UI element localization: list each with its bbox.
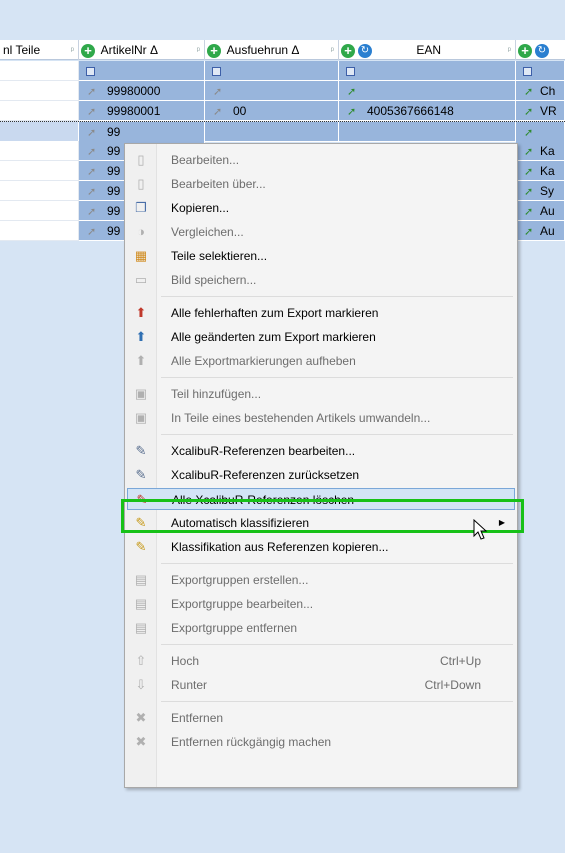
submenu-arrow-icon: ▶ — [498, 518, 505, 527]
pin-grey-icon: ➚ — [87, 85, 97, 98]
menu-item-geaenderte-export-markieren[interactable]: ⬆ Alle geänderten zum Export markieren — [127, 326, 515, 348]
pin-icon[interactable]: ᵖ — [508, 40, 511, 60]
pin-grey-icon: ➚ — [87, 165, 97, 178]
mouse-cursor-icon — [473, 519, 488, 540]
filter-toggle-icon[interactable] — [346, 67, 355, 77]
pin-green-icon: ➚ — [524, 225, 534, 238]
pin-green-icon: ➚ — [524, 85, 534, 98]
exportgroup-remove-icon: ▤ — [134, 620, 148, 635]
table-row[interactable]: ➚ 99980000 ➚ ➚ ➚ Ch — [0, 81, 565, 101]
pin-grey-icon: ➚ — [87, 185, 97, 198]
xref-reset-icon: ✎ — [135, 467, 147, 482]
filter-toggle-icon[interactable] — [212, 67, 221, 77]
menu-separator — [161, 644, 513, 645]
column-header-ean[interactable]: + ↻ EAN ᵖ — [339, 40, 516, 60]
pin-green-icon: ➚ — [347, 105, 357, 118]
menu-item-hoch[interactable]: ⇧ Hoch Ctrl+Up — [127, 650, 515, 672]
add-part-icon: ▣ — [134, 386, 148, 401]
menu-item-xref-bearbeiten[interactable]: ✎ XcalibuR-Referenzen bearbeiten... — [127, 440, 515, 462]
pin-grey-icon: ➚ — [87, 205, 97, 218]
exportgroup-edit-icon: ▤ — [134, 596, 148, 611]
menu-item-runter[interactable]: ⇩ Runter Ctrl+Down — [127, 674, 515, 696]
xref-edit-icon: ✎ — [135, 443, 147, 458]
remove-icon: ✖ — [135, 710, 147, 725]
menu-separator — [161, 563, 513, 564]
pin-grey-icon: ➚ — [87, 225, 97, 238]
menu-item-exportgruppen-erstellen[interactable]: ▤ Exportgruppen erstellen... — [127, 569, 515, 591]
filter-toggle-icon[interactable] — [86, 67, 95, 77]
pin-grey-icon: ➚ — [213, 105, 223, 118]
column-header-teile[interactable]: nl Teile ᵖ — [0, 40, 79, 60]
menu-item-entfernen-rueckgaengig[interactable]: ✖ Entfernen rückgängig machen — [127, 731, 515, 753]
add-column-icon[interactable]: + — [341, 43, 355, 58]
menu-separator — [161, 434, 513, 435]
pin-green-icon: ➚ — [524, 205, 534, 218]
column-header-ausfuehrung[interactable]: + Ausfuehrun Δ ᵖ — [205, 40, 339, 60]
menu-separator — [161, 296, 513, 297]
add-column-icon[interactable]: + — [81, 43, 95, 58]
copy-icon: ❐ — [135, 200, 147, 215]
table-row[interactable]: ➚ 99980001 ➚ 00 ➚ 4005367666148 ➚ VR — [0, 101, 565, 121]
menu-item-xref-zuruecksetzen[interactable]: ✎ XcalibuR-Referenzen zurücksetzen — [127, 464, 515, 486]
menu-item-vergleichen[interactable]: ◑ Vergleichen... — [127, 221, 515, 243]
menu-item-automatisch-klassifizieren[interactable]: ✎ Automatisch klassifizieren ▶ — [127, 512, 515, 534]
menu-separator — [161, 377, 513, 378]
menu-item-bearbeiten-ueber[interactable]: ▯ Bearbeiten über... — [127, 173, 515, 195]
menu-item-exportmarkierungen-aufheben[interactable]: ⬆ Alle Exportmarkierungen aufheben — [127, 350, 515, 372]
menu-item-xref-loeschen[interactable]: ✎ Alle XcalibuR-Referenzen löschen — [127, 488, 515, 510]
refresh-icon[interactable]: ↻ — [358, 43, 372, 58]
pin-icon[interactable]: ᵖ — [71, 40, 74, 60]
menu-item-klassifikation-kopieren[interactable]: ✎ Klassifikation aus Referenzen kopieren… — [127, 536, 515, 558]
table-row-selected[interactable]: ➚ 99 ➚ — [0, 121, 565, 142]
menu-item-entfernen[interactable]: ✖ Entfernen — [127, 707, 515, 729]
copy-classification-icon: ✎ — [135, 539, 147, 554]
filter-toggle-icon[interactable] — [523, 67, 532, 77]
arrow-up-icon: ⇧ — [135, 653, 147, 668]
grid-header: nl Teile ᵖ + ArtikelNr Δ ᵖ + Ausfuehrun … — [0, 40, 565, 60]
add-column-icon[interactable]: + — [518, 43, 532, 58]
doc-icon: ▯ — [137, 152, 145, 167]
pin-green-icon: ➚ — [524, 126, 534, 139]
add-column-icon[interactable]: + — [207, 43, 221, 58]
menu-item-exportgruppe-bearbeiten[interactable]: ▤ Exportgruppe bearbeiten... — [127, 593, 515, 615]
save-image-icon: ▭ — [134, 272, 148, 287]
pin-grey-icon: ➚ — [87, 105, 97, 118]
pin-green-icon: ➚ — [524, 165, 534, 178]
filter-row — [0, 61, 565, 81]
menu-item-kopieren[interactable]: ❐ Kopieren... — [127, 197, 515, 219]
menu-item-umwandeln[interactable]: ▣ In Teile eines bestehenden Artikels um… — [127, 407, 515, 429]
refresh-icon[interactable]: ↻ — [535, 43, 549, 58]
menu-separator — [161, 701, 513, 702]
menu-item-teile-selektieren[interactable]: ▦ Teile selektieren... — [127, 245, 515, 267]
auto-classify-icon: ✎ — [135, 515, 147, 530]
pin-icon[interactable]: ᵖ — [331, 40, 334, 60]
context-menu: ▯ Bearbeiten... ▯ Bearbeiten über... ❐ K… — [124, 143, 518, 788]
column-header-artikelnr[interactable]: + ArtikelNr Δ ᵖ — [79, 40, 205, 60]
doc-icon: ▯ — [137, 176, 145, 191]
pin-green-icon: ➚ — [524, 105, 534, 118]
pin-grey-icon: ➚ — [87, 145, 97, 158]
undo-remove-icon: ✖ — [135, 734, 147, 749]
convert-icon: ▣ — [134, 410, 148, 425]
pin-icon[interactable]: ᵖ — [197, 40, 200, 60]
exportgroup-create-icon: ▤ — [134, 572, 148, 587]
pin-grey-icon: ➚ — [87, 126, 97, 139]
pin-green-icon: ➚ — [347, 85, 357, 98]
select-parts-icon: ▦ — [134, 248, 148, 263]
menu-item-fehlerhafte-export-markieren[interactable]: ⬆ Alle fehlerhaften zum Export markieren — [127, 302, 515, 324]
menu-item-bild-speichern[interactable]: ▭ Bild speichern... — [127, 269, 515, 291]
compare-icon: ◑ — [137, 224, 145, 239]
column-header-next[interactable]: + ↻ — [516, 40, 565, 60]
export-mark-error-icon: ⬆ — [135, 305, 147, 320]
pin-green-icon: ➚ — [524, 185, 534, 198]
menu-item-bearbeiten[interactable]: ▯ Bearbeiten... — [127, 149, 515, 171]
export-unmark-icon: ⬆ — [135, 353, 147, 368]
menu-item-exportgruppe-entfernen[interactable]: ▤ Exportgruppe entfernen — [127, 617, 515, 639]
export-mark-changed-icon: ⬆ — [135, 329, 147, 344]
xref-delete-icon: ✎ — [136, 492, 148, 507]
pin-grey-icon: ➚ — [213, 85, 223, 98]
menu-item-teil-hinzufuegen[interactable]: ▣ Teil hinzufügen... — [127, 383, 515, 405]
pin-green-icon: ➚ — [524, 145, 534, 158]
arrow-down-icon: ⇩ — [135, 677, 147, 692]
